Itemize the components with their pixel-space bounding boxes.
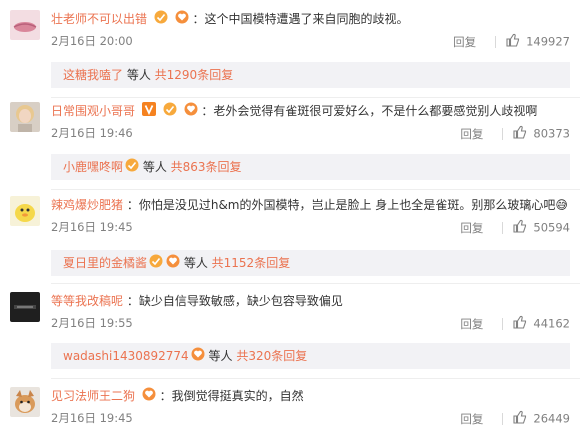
like-count: 26449 (533, 411, 570, 426)
comment-actions: 回复 149927 (453, 33, 570, 49)
heart-badge-icon (175, 10, 189, 29)
shiba-dog-avatar[interactable] (10, 387, 40, 417)
comment-time: 2月16日 19:46 (51, 126, 133, 140)
divider (495, 36, 497, 48)
comment-text: ：老外会觉得有雀斑很可爱好么，不是什么都要感觉别人歧视啊 (201, 104, 538, 118)
more-replies-link[interactable]: 共1290条回复 (155, 68, 234, 82)
reply-button[interactable]: 回复 (460, 126, 490, 142)
divider (502, 128, 504, 140)
comment-divider (51, 283, 580, 284)
verified-v-icon (141, 102, 156, 121)
comment-time: 2月16日 19:45 (51, 220, 133, 234)
divider (502, 413, 504, 425)
sub-replies-box[interactable]: 这糖我嗑了 等人 共1290条回复 (51, 62, 570, 88)
divider (502, 318, 504, 330)
sub-reply-username[interactable]: 这糖我嗑了 (63, 68, 123, 82)
comment-time: 2月16日 19:45 (51, 411, 133, 425)
thumbs-up-icon[interactable] (506, 33, 520, 51)
dark-logo-avatar[interactable] (10, 292, 40, 322)
comment-divider (51, 97, 580, 98)
comment-text: ：你怕是没见过h&m的外国模特，岂止是脸上 身上也全是雀斑。别那么玻璃心吧😅 (126, 198, 568, 212)
more-replies-link[interactable]: 共320条回复 (236, 349, 307, 363)
heart-badge-icon (184, 102, 198, 121)
reply-button[interactable]: 回复 (460, 411, 490, 427)
sub-replies-box[interactable]: 小鹿嘿咚啊 等人 共863条回复 (51, 154, 570, 180)
thumbs-up-icon[interactable] (513, 219, 527, 237)
reply-button[interactable]: 回复 (460, 220, 490, 236)
comment-divider (51, 378, 580, 379)
comment-actions: 回复 50594 (460, 219, 570, 235)
heart-badge-icon (191, 344, 205, 370)
comment-time: 2月16日 19:55 (51, 316, 133, 330)
comment-username[interactable]: 辣鸡爆炒肥猪 (51, 198, 123, 212)
comment-actions: 回复 26449 (460, 410, 570, 426)
sub-reply-username[interactable]: 夏日里的金橘酱 (63, 256, 147, 270)
comment-item: 等等我改稿呢 ：缺少自信导致敏感，缺少包容导致偏见 2月16日 19:55 回复… (0, 290, 580, 380)
comment-username[interactable]: 等等我改稿呢 (51, 294, 123, 308)
comment-text: ：这个中国模特遭遇了来自同胞的歧视。 (192, 12, 409, 26)
comment-username[interactable]: 壮老师不可以出错 (51, 12, 147, 26)
yellow-duck-avatar[interactable] (10, 196, 40, 226)
like-count: 50594 (533, 220, 570, 235)
like-count: 44162 (533, 316, 570, 331)
fan-badge-icon (149, 251, 163, 277)
thumbs-up-icon[interactable] (513, 125, 527, 143)
comment-text: ：缺少自信导致敏感，缺少包容导致偏见 (126, 294, 343, 308)
heart-badge-icon (166, 251, 180, 277)
divider (502, 222, 504, 234)
comment-actions: 回复 44162 (460, 315, 570, 331)
like-count: 149927 (526, 34, 570, 49)
reply-button[interactable]: 回复 (453, 34, 483, 50)
fan-badge-icon (163, 102, 177, 121)
reply-button[interactable]: 回复 (460, 316, 490, 332)
comment-item: 壮老师不可以出错 ：这个中国模特遭遇了来自同胞的歧视。 2月16日 20:00 … (0, 8, 580, 98)
fan-badge-icon (154, 10, 168, 29)
pink-lips-avatar[interactable] (10, 10, 40, 40)
sub-reply-suffix: 等人 (139, 160, 171, 174)
sub-reply-suffix: 等人 (180, 256, 212, 270)
sub-reply-username[interactable]: 小鹿嘿咚啊 (63, 160, 123, 174)
fan-badge-icon (125, 155, 139, 181)
more-replies-link[interactable]: 共1152条回复 (212, 256, 291, 270)
like-count: 80373 (533, 126, 570, 141)
sub-reply-suffix: 等人 (123, 68, 155, 82)
sub-reply-username[interactable]: wadashi1430892774 (63, 349, 189, 363)
sub-replies-box[interactable]: wadashi1430892774 等人 共320条回复 (51, 343, 570, 369)
comment-text: ：我倒觉得挺真实的，自然 (159, 389, 304, 403)
comment-item: 辣鸡爆炒肥猪 ：你怕是没见过h&m的外国模特，岂止是脸上 身上也全是雀斑。别那么… (0, 194, 580, 284)
sub-replies-box[interactable]: 夏日里的金橘酱 等人 共1152条回复 (51, 250, 570, 276)
comment-divider (51, 189, 580, 190)
sub-reply-suffix: 等人 (204, 349, 237, 363)
blonde-person-avatar[interactable] (10, 102, 40, 132)
comment-item: 日常围观小哥哥 ：老外会觉得有雀斑很可爱好么，不是什么都要感觉别人歧视啊 2月1… (0, 100, 580, 190)
comment-username[interactable]: 见习法师王二狗 (51, 389, 135, 403)
comment-actions: 回复 80373 (460, 125, 570, 141)
comment-username[interactable]: 日常围观小哥哥 (51, 104, 135, 118)
heart-badge-icon (142, 387, 156, 406)
comment-item: 见习法师王二狗 ：我倒觉得挺真实的，自然 2月16日 19:45 回复 26449 (0, 385, 580, 432)
thumbs-up-icon[interactable] (513, 410, 527, 428)
thumbs-up-icon[interactable] (513, 315, 527, 333)
comment-time: 2月16日 20:00 (51, 34, 133, 48)
more-replies-link[interactable]: 共863条回复 (171, 160, 242, 174)
